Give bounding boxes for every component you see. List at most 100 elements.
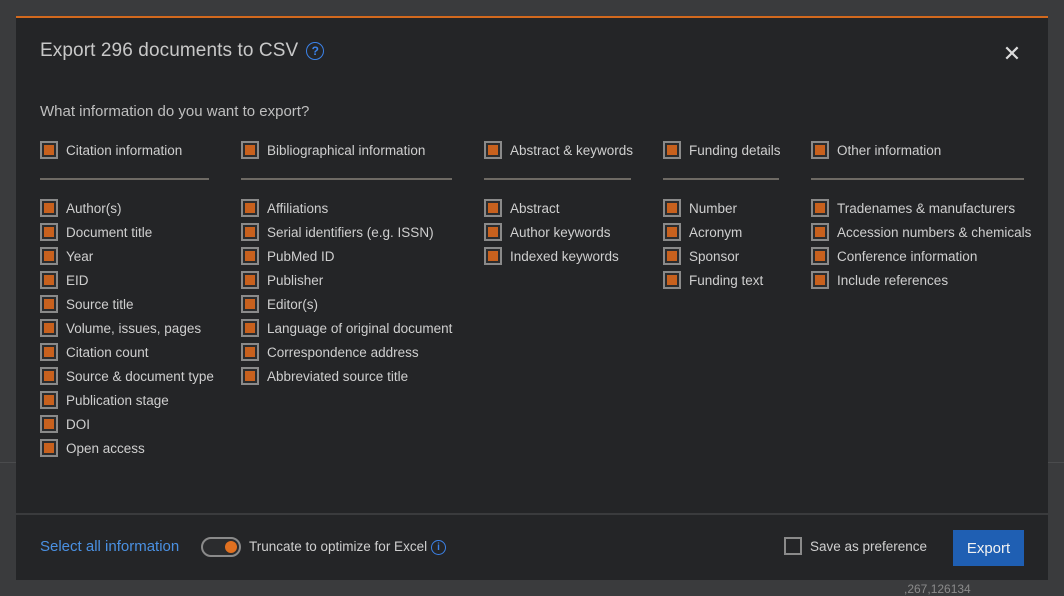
option-label: Funding text xyxy=(689,272,764,288)
option-item[interactable]: Correspondence address xyxy=(241,340,452,364)
option-label: Accession numbers & chemicals xyxy=(837,224,1032,240)
option-label: Conference information xyxy=(837,248,978,264)
select-all-link[interactable]: Select all information xyxy=(40,538,179,555)
option-label: DOI xyxy=(66,416,91,432)
column-heading-row[interactable]: Bibliographical information xyxy=(241,140,452,160)
option-label: Tradenames & manufacturers xyxy=(837,200,1016,216)
checkbox[interactable] xyxy=(811,199,829,217)
checkbox[interactable] xyxy=(40,271,58,289)
option-item[interactable]: Acronym xyxy=(663,220,779,244)
info-circle-icon[interactable]: i xyxy=(431,540,446,555)
column-heading-row[interactable]: Funding details xyxy=(663,140,781,160)
checkbox[interactable] xyxy=(663,141,681,159)
column-heading-row[interactable]: Abstract & keywords xyxy=(484,140,634,160)
checkbox[interactable] xyxy=(241,343,259,361)
option-label: Source & document type xyxy=(66,368,214,384)
checkbox[interactable] xyxy=(40,415,58,433)
question-circle-icon[interactable]: ? xyxy=(306,42,325,60)
checkbox[interactable] xyxy=(484,247,502,265)
save-preference-checkbox[interactable] xyxy=(784,537,802,555)
column-heading-row[interactable]: Other information xyxy=(811,140,1024,160)
option-item[interactable]: Include references xyxy=(811,268,1024,292)
checkbox[interactable] xyxy=(811,223,829,241)
truncate-label: Truncate to optimize for Excel xyxy=(249,539,428,554)
option-item[interactable]: Publication stage xyxy=(40,388,209,412)
option-item[interactable]: Author keywords xyxy=(484,220,631,244)
option-item[interactable]: Publisher xyxy=(241,268,452,292)
checkbox[interactable] xyxy=(241,223,259,241)
option-item[interactable]: Open access xyxy=(40,436,209,460)
option-item[interactable]: PubMed ID xyxy=(241,244,452,268)
option-item[interactable]: Sponsor xyxy=(663,244,779,268)
column-heading: Abstract & keywords xyxy=(510,142,634,158)
option-item[interactable]: Volume, issues, pages xyxy=(40,316,209,340)
column-heading-row[interactable]: Citation information xyxy=(40,140,209,160)
option-item[interactable]: Conference information xyxy=(811,244,1024,268)
checkbox[interactable] xyxy=(484,199,502,217)
background-text-fragment: ,267,126134 xyxy=(904,582,971,596)
option-item[interactable]: Number xyxy=(663,196,779,220)
checkbox[interactable] xyxy=(811,141,829,159)
option-item[interactable]: Source title xyxy=(40,292,209,316)
option-label: Volume, issues, pages xyxy=(66,320,202,336)
checkbox[interactable] xyxy=(40,295,58,313)
checkbox[interactable] xyxy=(241,141,259,159)
checkbox[interactable] xyxy=(241,319,259,337)
option-item[interactable]: Serial identifiers (e.g. ISSN) xyxy=(241,220,452,244)
column-funding-details: Funding details Number Acronym Sponsor F… xyxy=(663,140,781,292)
option-item[interactable]: Year xyxy=(40,244,209,268)
checkbox[interactable] xyxy=(663,247,681,265)
option-item[interactable]: Abbreviated source title xyxy=(241,364,452,388)
export-question: What information do you want to export? xyxy=(40,103,310,120)
toggle-knob xyxy=(225,541,237,553)
checkbox[interactable] xyxy=(40,247,58,265)
option-item[interactable]: Abstract xyxy=(484,196,631,220)
column-heading: Bibliographical information xyxy=(267,142,426,158)
checkbox[interactable] xyxy=(484,223,502,241)
checkbox[interactable] xyxy=(40,439,58,457)
close-icon[interactable]: ✕ xyxy=(1002,43,1022,65)
checkbox[interactable] xyxy=(241,271,259,289)
checkbox[interactable] xyxy=(484,141,502,159)
option-item[interactable]: Accession numbers & chemicals xyxy=(811,220,1031,244)
column-other-information: Other information Tradenames & manufactu… xyxy=(811,140,1031,292)
option-label: Acronym xyxy=(689,224,743,240)
export-dialog: Export 296 documents to CSV ? ✕ What inf… xyxy=(16,16,1048,580)
option-item[interactable]: Tradenames & manufacturers xyxy=(811,196,1024,220)
option-item[interactable]: Document title xyxy=(40,220,209,244)
option-label: Abstract xyxy=(510,200,560,216)
option-label: Source title xyxy=(66,296,134,312)
truncate-toggle[interactable] xyxy=(201,537,241,557)
checkbox[interactable] xyxy=(40,199,58,217)
checkbox[interactable] xyxy=(241,247,259,265)
checkbox[interactable] xyxy=(40,223,58,241)
checkbox[interactable] xyxy=(241,295,259,313)
column-divider xyxy=(484,178,631,180)
checkbox[interactable] xyxy=(663,271,681,289)
option-label: Correspondence address xyxy=(267,344,419,360)
checkbox[interactable] xyxy=(40,343,58,361)
checkbox[interactable] xyxy=(40,367,58,385)
checkbox[interactable] xyxy=(663,223,681,241)
option-item[interactable]: Language of original document xyxy=(241,316,452,340)
option-item[interactable]: Source & document type xyxy=(40,364,214,388)
export-button[interactable]: Export xyxy=(953,530,1024,566)
option-item[interactable]: DOI xyxy=(40,412,209,436)
option-item[interactable]: Editor(s) xyxy=(241,292,452,316)
option-item[interactable]: EID xyxy=(40,268,209,292)
option-label: Include references xyxy=(837,272,949,288)
checkbox[interactable] xyxy=(811,271,829,289)
option-item[interactable]: Funding text xyxy=(663,268,779,292)
checkbox[interactable] xyxy=(40,319,58,337)
checkbox[interactable] xyxy=(663,199,681,217)
checkbox[interactable] xyxy=(241,367,259,385)
option-item[interactable]: Affiliations xyxy=(241,196,452,220)
checkbox[interactable] xyxy=(811,247,829,265)
option-item[interactable]: Author(s) xyxy=(40,196,209,220)
option-label: Open access xyxy=(66,440,145,456)
checkbox[interactable] xyxy=(40,141,58,159)
option-item[interactable]: Indexed keywords xyxy=(484,244,631,268)
option-item[interactable]: Citation count xyxy=(40,340,209,364)
checkbox[interactable] xyxy=(241,199,259,217)
checkbox[interactable] xyxy=(40,391,58,409)
